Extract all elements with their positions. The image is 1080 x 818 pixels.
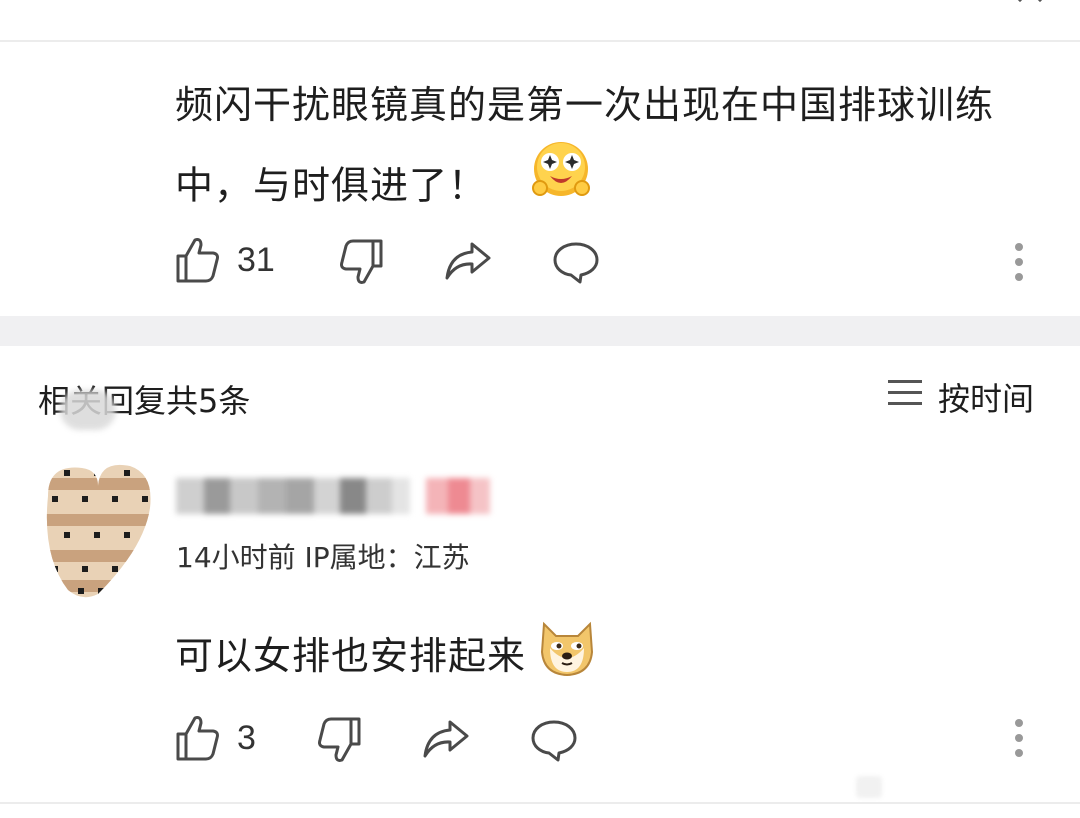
thumbs-down-icon — [316, 716, 362, 764]
chevron-down-icon[interactable] — [1008, 0, 1048, 8]
doge-emoji — [538, 618, 596, 687]
share-arrow-icon — [444, 240, 492, 282]
reply-like-count: 3 — [237, 718, 256, 757]
thumbs-down-icon — [338, 238, 384, 286]
main-comment: 频闪干扰眼镜真的是第一次出现在中国排球训练中，与时俱进了！ — [175, 66, 1045, 232]
share-arrow-icon — [422, 718, 470, 760]
menu-lines-icon — [886, 378, 924, 416]
reply-reply-button[interactable] — [530, 718, 578, 762]
reply-button[interactable] — [552, 240, 600, 284]
dislike-button[interactable] — [338, 238, 384, 286]
more-options-icon[interactable] — [1012, 242, 1026, 286]
reply-more-options-icon[interactable] — [1012, 718, 1026, 762]
avatar-shadow — [60, 390, 116, 430]
sort-label: 按时间 — [938, 380, 1035, 418]
reply-dislike-button[interactable] — [316, 716, 362, 764]
like-button[interactable]: 31 — [175, 236, 275, 284]
divider — [0, 40, 1080, 42]
reply-comment: 可以女排也安排起来 — [175, 618, 596, 687]
username-blurred[interactable] — [176, 470, 496, 522]
section-separator — [0, 316, 1080, 346]
like-count: 31 — [237, 240, 275, 279]
reply-like-button[interactable]: 3 — [175, 714, 256, 762]
comment-bubble-icon — [552, 240, 600, 284]
reply-comment-text: 可以女排也安排起来 — [175, 634, 527, 678]
watermark-icon — [852, 772, 886, 802]
divider — [0, 802, 1080, 804]
share-button[interactable] — [444, 240, 492, 282]
reply-meta: 14小时前 IP属地：江苏 — [176, 541, 470, 574]
thumbs-up-icon — [175, 714, 221, 762]
star-eyes-face-emoji — [530, 138, 592, 226]
reply-share-button[interactable] — [422, 718, 470, 760]
comment-bubble-icon — [530, 718, 578, 762]
avatar[interactable] — [38, 456, 156, 602]
sort-button[interactable]: 按时间 — [886, 374, 1034, 420]
thumbs-up-icon — [175, 236, 221, 284]
